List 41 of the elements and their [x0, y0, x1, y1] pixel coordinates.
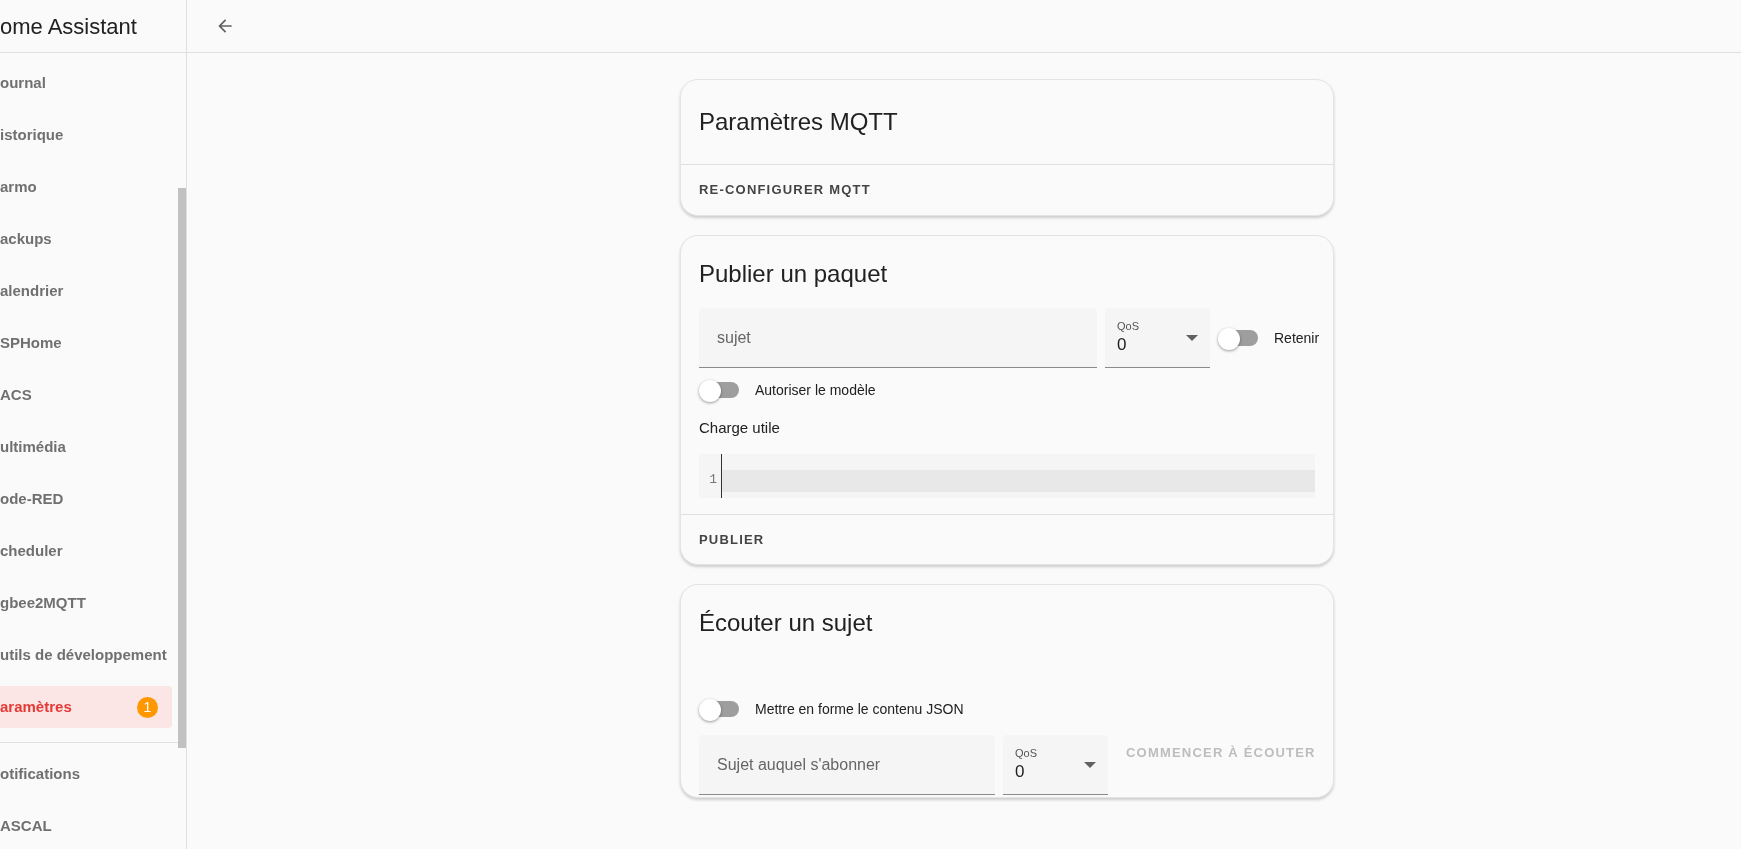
sidebar-item[interactable]: SPHome — [0, 322, 172, 364]
toggle-switch[interactable] — [1218, 326, 1258, 350]
sidebar-item[interactable]: gbee2MQTT — [0, 582, 172, 624]
text-field[interactable]: Sujet auquel s'abonner — [699, 735, 995, 795]
card-title: Publier un paquet — [699, 260, 888, 287]
sidebar-item[interactable]: aramètres 1 — [0, 686, 172, 728]
card-title: Paramètres MQTT — [699, 107, 898, 137]
sidebar-item[interactable]: ackups — [0, 218, 172, 260]
code-editor[interactable]: 1 — [699, 454, 1315, 498]
line-number: 1 — [709, 471, 717, 489]
toggle-switch[interactable] — [699, 378, 739, 402]
sidebar-item[interactable]: ournal — [0, 62, 172, 104]
sidebar-item[interactable]: ASCAL — [0, 805, 186, 847]
sidebar-item[interactable]: ode-RED — [0, 478, 172, 520]
dropdown-caret-icon — [1084, 761, 1096, 768]
toggle-label: Autoriser le modèle — [755, 380, 876, 400]
notification-badge: 1 — [137, 696, 158, 718]
toggle-label: Mettre en forme le contenu JSON — [755, 699, 964, 719]
select-label: QoS — [1015, 747, 1037, 761]
toggle-label: Retenir — [1274, 328, 1320, 348]
sidebar-item[interactable]: utils de développement — [0, 634, 172, 676]
sidebar-item[interactable]: armo — [0, 166, 172, 208]
card-title: Écouter un sujet — [699, 609, 873, 636]
select-value: 0 — [1015, 760, 1026, 782]
text-field[interactable]: sujet — [699, 308, 1097, 368]
payload-label: Charge utile — [699, 419, 780, 436]
select-value: 0 — [1117, 333, 1128, 355]
sidebar-item[interactable]: otifications — [0, 753, 186, 795]
qos-select[interactable]: QoS 0 — [1003, 735, 1108, 795]
sidebar-item[interactable]: ACS — [0, 374, 172, 416]
sidebar-item[interactable]: istorique — [0, 114, 172, 156]
sidebar-item[interactable]: ultimédia — [0, 426, 172, 468]
toggle-switch[interactable] — [699, 697, 739, 721]
reconfigure-button[interactable]: RE-CONFIGURER MQTT — [689, 172, 881, 208]
dropdown-caret-icon — [1186, 334, 1198, 341]
sidebar-item[interactable]: cheduler — [0, 530, 172, 572]
sidebar-item[interactable]: alendrier — [0, 270, 172, 312]
select-label: QoS — [1117, 320, 1139, 334]
qos-select[interactable]: QoS 0 — [1105, 308, 1210, 368]
app-title: ome Assistant — [0, 12, 137, 41]
publish-button[interactable]: PUBLIER — [689, 521, 775, 558]
